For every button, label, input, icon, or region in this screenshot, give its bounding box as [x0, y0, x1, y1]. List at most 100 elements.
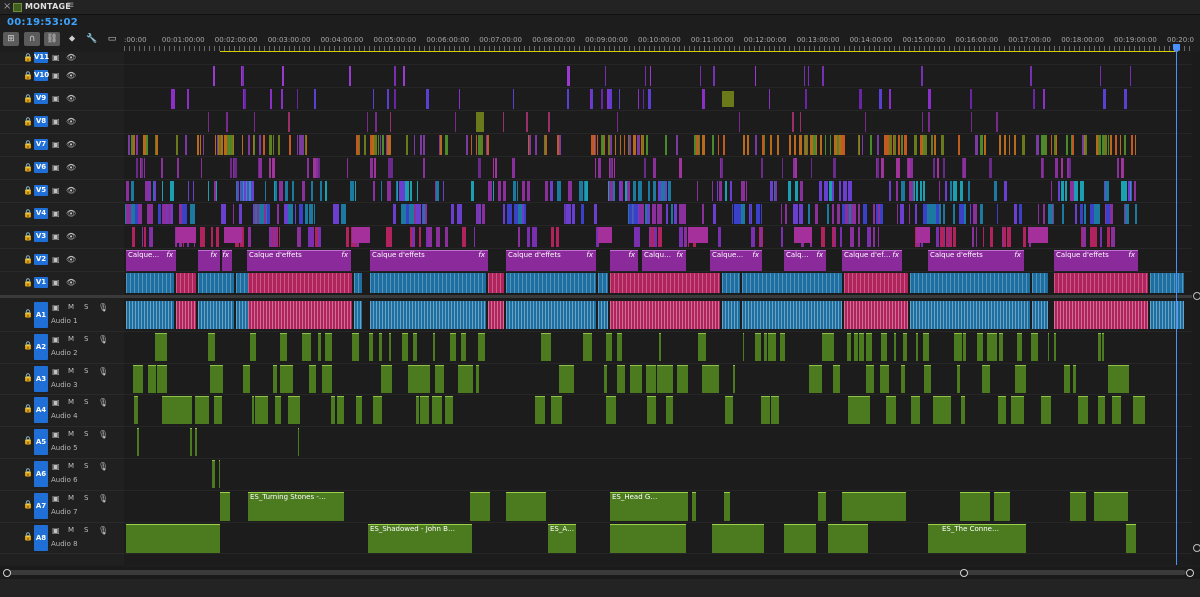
audio-clip[interactable] — [148, 364, 156, 393]
video-clip[interactable] — [382, 135, 385, 155]
video-clip[interactable] — [517, 227, 521, 247]
lock-icon[interactable]: 🔒 — [23, 232, 33, 241]
video-clip[interactable] — [718, 227, 722, 247]
video-clip[interactable] — [648, 181, 651, 201]
video-clip[interactable] — [649, 66, 652, 86]
audio-clip[interactable] — [994, 491, 1010, 521]
audio-lane-a7[interactable]: ES_Turning Stones -… ES_Head G… — [124, 490, 1192, 523]
video-clip[interactable] — [153, 181, 156, 201]
audio-clip[interactable] — [610, 301, 720, 329]
audio-clip[interactable]: ES_Turning Stones -… — [248, 491, 344, 521]
video-clip[interactable] — [1095, 204, 1100, 224]
video-clip[interactable] — [996, 204, 999, 224]
audio-clip[interactable] — [676, 364, 689, 393]
adjustment-layer-clip[interactable]: Calque… fx — [710, 250, 762, 271]
video-clip[interactable] — [466, 135, 469, 155]
video-clip[interactable] — [142, 227, 144, 247]
video-clip[interactable] — [126, 273, 174, 293]
video-clip[interactable] — [398, 181, 402, 201]
video-clip[interactable] — [277, 204, 279, 224]
video-clip[interactable] — [301, 181, 306, 201]
audio-clip[interactable] — [558, 364, 569, 393]
audio-clip[interactable] — [401, 332, 408, 361]
lock-icon[interactable]: 🔒 — [23, 255, 33, 264]
video-clip[interactable] — [1051, 135, 1053, 155]
video-clip[interactable] — [171, 204, 173, 224]
video-clip[interactable] — [952, 227, 956, 247]
audio-clip[interactable] — [176, 301, 196, 329]
video-clip[interactable] — [524, 204, 526, 224]
video-clip[interactable] — [1116, 158, 1119, 178]
video-lane-v1[interactable] — [124, 271, 1192, 296]
adjustment-layer-clip[interactable]: Calque d'effets fx — [928, 250, 1024, 271]
audio-clip[interactable] — [432, 396, 439, 425]
audio-clip[interactable] — [768, 332, 776, 361]
video-clip[interactable] — [645, 135, 649, 155]
video-clip[interactable] — [609, 135, 613, 155]
film-icon[interactable]: ▣ — [52, 232, 60, 241]
video-clip[interactable] — [913, 181, 916, 201]
audio-clip[interactable] — [828, 523, 868, 553]
video-clip[interactable] — [233, 135, 235, 155]
video-clip[interactable] — [414, 135, 416, 155]
video-clip[interactable] — [780, 227, 784, 247]
video-clip[interactable] — [850, 227, 855, 247]
audio-clip[interactable] — [960, 491, 990, 521]
video-clip[interactable] — [318, 227, 322, 247]
audio-clip[interactable]: ES_Shadowed - John B… — [368, 523, 472, 553]
audio-clip[interactable] — [380, 364, 392, 393]
video-clip[interactable] — [652, 204, 657, 224]
track-target-a3[interactable]: A3 — [34, 365, 48, 392]
audio-clip[interactable] — [420, 396, 429, 425]
panel-menu-icon[interactable]: ≡ — [66, 0, 74, 11]
video-clip[interactable] — [375, 135, 377, 155]
video-clip[interactable] — [877, 135, 880, 155]
audio-clip[interactable]: ES_A… — [548, 523, 576, 553]
video-clip[interactable] — [406, 135, 409, 155]
video-clip[interactable] — [653, 158, 657, 178]
video-clip[interactable] — [548, 112, 550, 132]
playhead-line[interactable] — [1176, 52, 1177, 565]
track-target-a5[interactable]: A5 — [34, 429, 48, 456]
video-clip[interactable] — [342, 204, 347, 224]
video-clip[interactable] — [213, 66, 215, 86]
video-clip[interactable] — [1008, 135, 1011, 155]
video-clip[interactable] — [820, 135, 823, 155]
video-clip[interactable] — [711, 181, 714, 201]
audio-clip[interactable] — [1054, 301, 1148, 329]
audio-clip[interactable] — [1064, 364, 1070, 393]
video-clip[interactable] — [248, 273, 352, 293]
video-lane-v5[interactable] — [124, 179, 1192, 203]
solo-button[interactable]: S — [84, 398, 88, 406]
video-clip[interactable] — [902, 181, 906, 201]
video-clip[interactable] — [423, 158, 425, 178]
zoom-handle-right[interactable] — [1186, 569, 1194, 577]
video-clip[interactable] — [649, 227, 652, 247]
film-icon[interactable]: ▣ — [52, 94, 60, 103]
track-target-v1[interactable]: V1 — [34, 277, 48, 288]
video-clip[interactable] — [670, 204, 673, 224]
video-clip[interactable] — [388, 135, 391, 155]
eye-icon[interactable]: 👁 — [66, 94, 76, 103]
video-clip[interactable] — [306, 135, 308, 155]
video-clip[interactable] — [1018, 204, 1022, 224]
track-target-a7[interactable]: A7 — [34, 492, 48, 519]
video-clip[interactable] — [897, 158, 900, 178]
video-clip[interactable] — [131, 204, 135, 224]
video-clip[interactable] — [1085, 135, 1087, 155]
audio-clip[interactable] — [900, 364, 905, 393]
audio-clip[interactable] — [712, 523, 764, 553]
video-clip[interactable] — [644, 66, 647, 86]
video-clip[interactable] — [942, 204, 946, 224]
video-clip[interactable] — [845, 204, 850, 224]
video-clip[interactable] — [394, 66, 397, 86]
video-clip[interactable] — [389, 227, 393, 247]
audio-clip[interactable] — [722, 301, 740, 329]
video-clip[interactable] — [653, 227, 657, 247]
lock-icon[interactable]: 🔒 — [23, 373, 33, 382]
video-clip[interactable] — [480, 135, 483, 155]
adjustment-layer-clip[interactable]: Calque d'effets fx — [247, 250, 351, 271]
video-clip[interactable] — [198, 273, 234, 293]
video-clip[interactable] — [426, 89, 429, 109]
video-clip[interactable] — [858, 204, 861, 224]
